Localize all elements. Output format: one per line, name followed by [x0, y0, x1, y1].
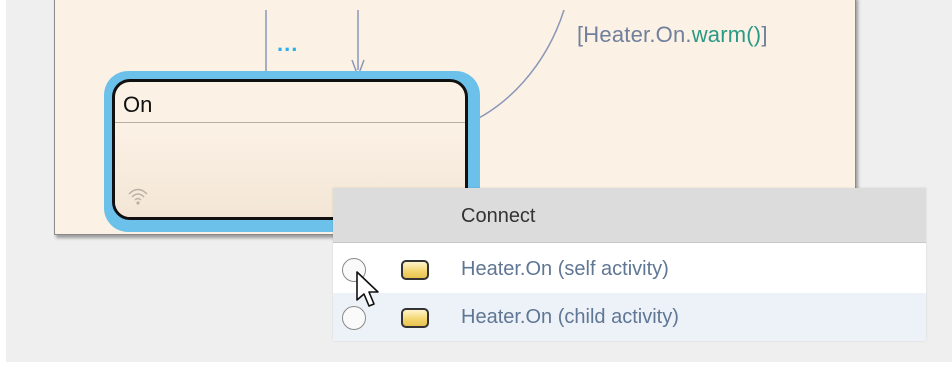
transition-guard-label[interactable]: [Heater.On.warm()]	[577, 22, 768, 48]
popup-header: Connect	[333, 188, 926, 243]
connect-option-label: Heater.On (child activity)	[461, 306, 679, 328]
wifi-icon	[128, 188, 148, 205]
hidden-content-ellipsis[interactable]: ...	[277, 33, 298, 55]
connect-popup: Connect Heater.On (self activity) Heater…	[333, 188, 926, 341]
state-block-icon	[401, 260, 429, 280]
guard-suffix: ]	[761, 22, 768, 47]
connect-option-self[interactable]: Heater.On (self activity)	[333, 245, 926, 293]
connect-option-child[interactable]: Heater.On (child activity)	[333, 293, 926, 341]
connect-option-label: Heater.On (self activity)	[461, 258, 669, 280]
guard-prefix: [Heater.On.	[577, 22, 692, 47]
state-name: On	[123, 92, 153, 117]
state-block-icon	[401, 308, 429, 328]
guard-method: warm()	[691, 22, 762, 47]
mouse-cursor-icon	[356, 271, 379, 307]
popup-title: Connect	[461, 205, 536, 227]
